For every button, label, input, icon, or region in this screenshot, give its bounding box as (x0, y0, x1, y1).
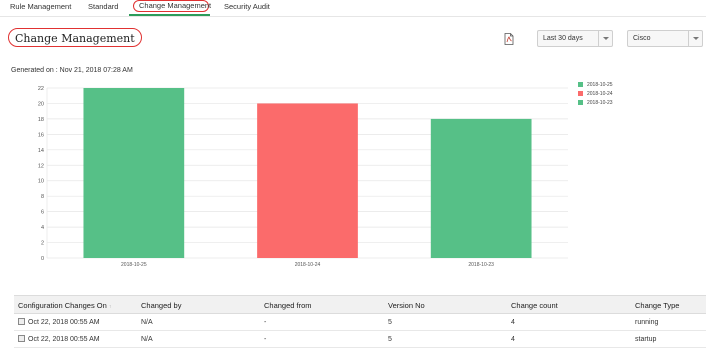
cell-changed-by: N/A (141, 319, 153, 326)
legend-item[interactable]: 2018-10-25 (578, 80, 613, 89)
x-tick-label: 2018-10-25 (121, 262, 147, 268)
checkbox[interactable] (18, 335, 25, 342)
bar (257, 103, 358, 258)
table-row[interactable]: Oct 22, 2018 00:55 AM N/A - 5 4 running (14, 314, 706, 331)
sort-icon[interactable]: ↑ (109, 304, 112, 310)
table-header: Configuration Changes On ↑ Changed by Cha… (14, 295, 706, 314)
page-title: Change Management (15, 32, 135, 45)
period-select-value: Last 30 days (543, 35, 583, 42)
active-tab-indicator (129, 14, 210, 16)
period-select[interactable]: Last 30 days (537, 30, 613, 47)
legend-swatch (578, 91, 583, 96)
legend-item[interactable]: 2018-10-24 (578, 89, 613, 98)
x-tick-label: 2018-10-23 (468, 262, 494, 268)
chevron-down-icon (598, 31, 612, 46)
y-tick-label: 6 (41, 210, 44, 216)
chevron-down-icon (688, 31, 702, 46)
y-tick-label: 18 (38, 117, 44, 123)
header-changed-by[interactable]: Changed by (141, 296, 181, 315)
tab-rule-management[interactable]: Rule Management (10, 2, 71, 16)
header-change-count[interactable]: Change count (511, 296, 558, 315)
checkbox[interactable] (18, 318, 25, 325)
tab-standard[interactable]: Standard (88, 2, 118, 16)
header-version-no[interactable]: Version No (388, 296, 425, 315)
y-tick-label: 12 (38, 163, 44, 169)
pdf-export-icon[interactable] (503, 33, 515, 45)
tab-security-audit[interactable]: Security Audit (224, 2, 270, 16)
tab-change-management[interactable]: Change Management (133, 0, 211, 12)
cell-changed-on: Oct 22, 2018 00:55 AM (18, 331, 100, 348)
legend-label: 2018-10-23 (587, 99, 613, 106)
bar (430, 118, 532, 258)
cell-changed-by: N/A (141, 336, 153, 343)
cell-changed-from: - (264, 319, 267, 326)
header-change-type[interactable]: Change Type (635, 296, 679, 315)
y-tick-label: 22 (38, 86, 44, 92)
y-tick-label: 2 (41, 241, 44, 247)
y-tick-label: 8 (41, 194, 44, 200)
table-row[interactable]: Oct 22, 2018 00:55 AM N/A - 5 4 startup (14, 331, 706, 348)
y-tick-label: 4 (41, 225, 44, 231)
cell-change-count: 4 (511, 336, 515, 343)
cell-changed-on: Oct 22, 2018 00:55 AM (18, 314, 100, 331)
legend-item[interactable]: 2018-10-23 (578, 98, 613, 107)
cell-change-count: 4 (511, 319, 515, 326)
y-tick-label: 16 (38, 132, 44, 138)
y-tick-label: 14 (38, 148, 44, 154)
device-select[interactable]: Cisco (627, 30, 703, 47)
legend-label: 2018-10-24 (587, 90, 613, 97)
tab-bar: Rule Management Standard Change Manageme… (0, 0, 706, 17)
page-title-highlight: Change Management (8, 28, 142, 47)
legend-swatch (578, 100, 583, 105)
legend-swatch (578, 82, 583, 87)
generated-timestamp: Generated on : Nov 21, 2018 07:28 AM (11, 67, 133, 74)
cell-change-type: startup (635, 336, 657, 343)
changes-table: Configuration Changes On ↑ Changed by Cha… (14, 295, 706, 348)
header-changed-from[interactable]: Changed from (264, 296, 312, 315)
y-tick-label: 10 (38, 179, 44, 185)
device-select-value: Cisco (633, 35, 651, 42)
chart-legend: 2018-10-25 2018-10-24 2018-10-23 (578, 80, 613, 107)
bar (83, 88, 185, 258)
cell-change-type: running (635, 319, 659, 326)
y-tick-label: 20 (38, 101, 44, 107)
y-tick-label: 0 (41, 256, 44, 262)
cell-version-no: 5 (388, 319, 392, 326)
cell-version-no: 5 (388, 336, 392, 343)
cell-changed-from: - (264, 336, 267, 343)
x-tick-label: 2018-10-24 (295, 262, 321, 268)
legend-label: 2018-10-25 (587, 81, 613, 88)
